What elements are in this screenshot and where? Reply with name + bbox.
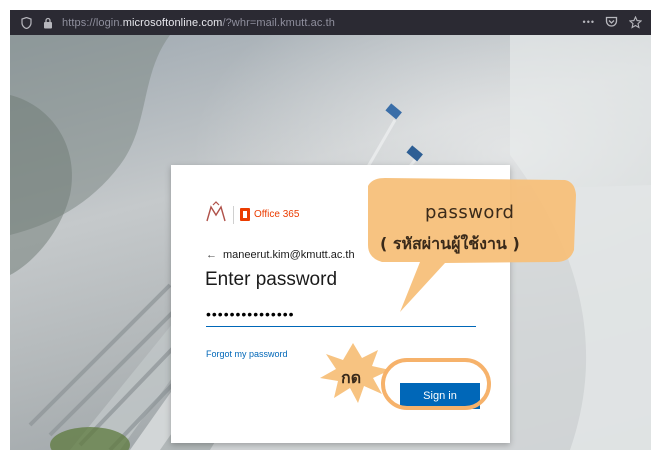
screenshot-frame: https://login.microsoftonline.com/?whr=m… xyxy=(10,10,651,450)
account-row[interactable]: ← maneerut.kim@kmutt.ac.th xyxy=(206,249,355,261)
url-prefix: https://login. xyxy=(62,16,123,29)
annotation-password-th: ( รหัสผ่านผู้ใช้งาน ) xyxy=(380,234,520,253)
url-host: microsoftonline.com xyxy=(122,16,223,29)
university-seal-icon xyxy=(205,201,227,228)
sign-in-button[interactable]: Sign in xyxy=(400,383,480,409)
page-title: Enter password xyxy=(205,269,338,290)
logo-divider xyxy=(233,205,234,224)
office-logo-icon xyxy=(240,208,250,221)
bookmark-star-icon[interactable] xyxy=(627,14,643,30)
page-actions-menu-icon[interactable]: ••• xyxy=(583,17,595,27)
shield-icon[interactable] xyxy=(18,15,34,31)
brand-logos: Office 365 xyxy=(205,201,299,228)
pocket-icon[interactable] xyxy=(603,14,619,30)
annotation-press: กด xyxy=(341,368,362,387)
lock-icon[interactable] xyxy=(40,15,56,31)
back-arrow-icon[interactable]: ← xyxy=(206,249,217,261)
password-field[interactable] xyxy=(206,302,476,327)
office-brand-text: Office 365 xyxy=(254,209,300,220)
annotation-password-en: password xyxy=(425,202,515,223)
browser-address-bar[interactable]: https://login.microsoftonline.com/?whr=m… xyxy=(10,10,651,35)
account-email: maneerut.kim@kmutt.ac.th xyxy=(223,249,355,261)
url-suffix: /?whr=mail.kmutt.ac.th xyxy=(222,16,335,29)
url-text[interactable]: https://login.microsoftonline.com/?whr=m… xyxy=(62,17,335,29)
forgot-password-link[interactable]: Forgot my password xyxy=(206,349,288,359)
